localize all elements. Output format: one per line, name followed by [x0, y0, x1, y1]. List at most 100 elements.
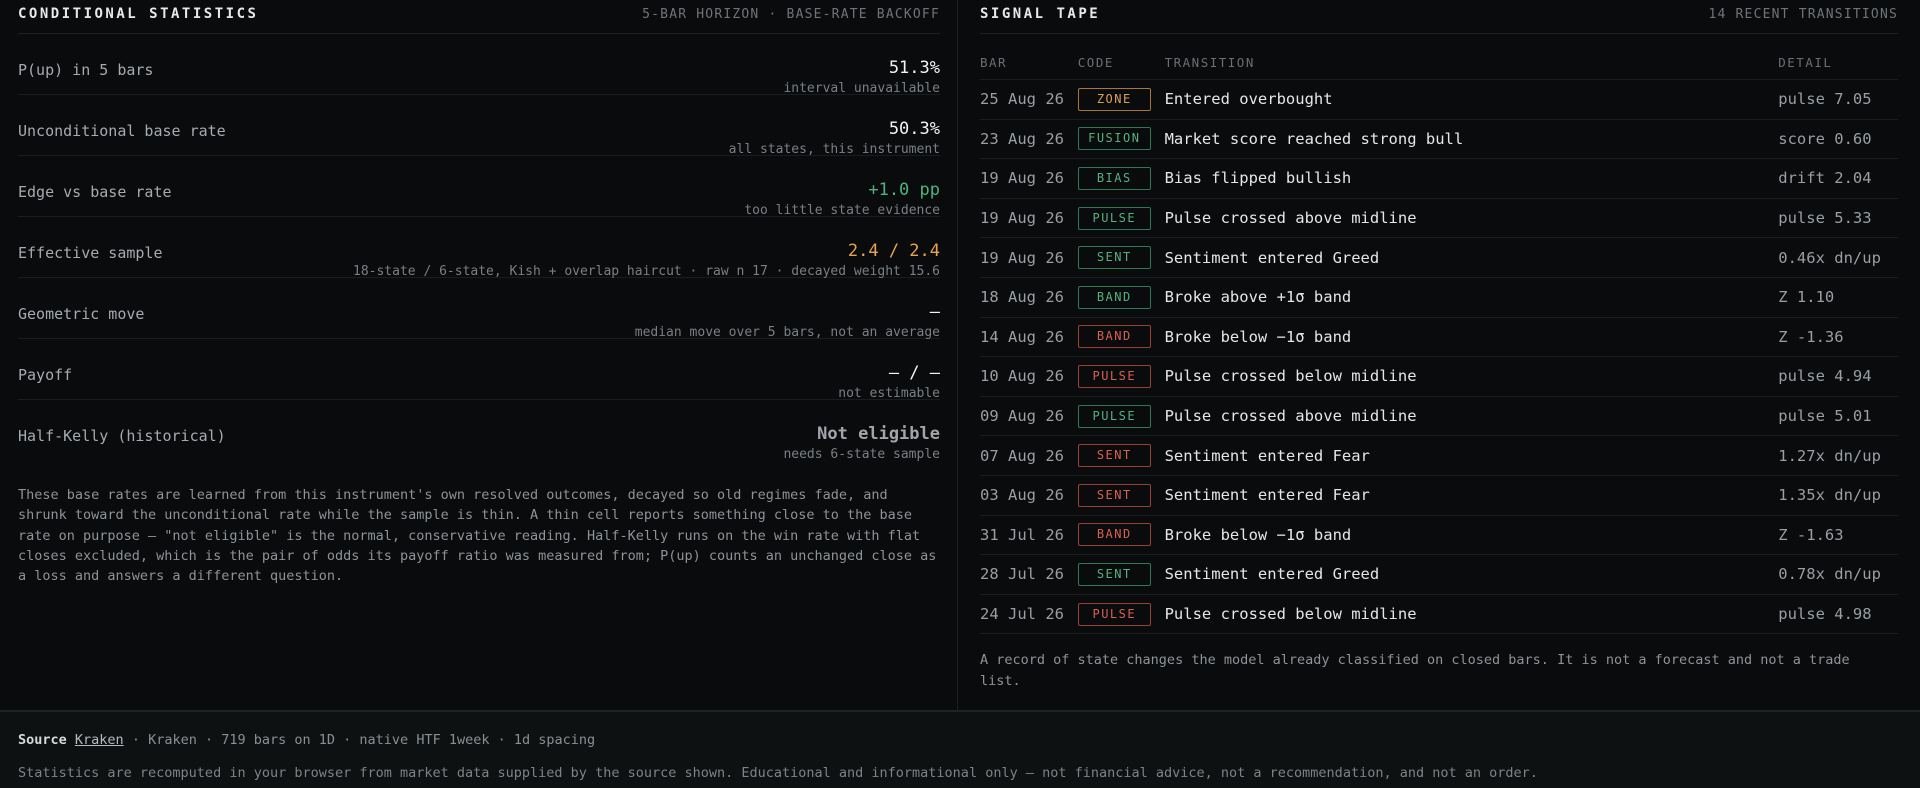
- tape-body: 25 Aug 26 ZONE Entered overbought pulse 7.0…: [980, 80, 1898, 635]
- tape-code-badge: SENT: [1077, 562, 1151, 586]
- stats-title: CONDITIONAL STATISTICS: [18, 6, 259, 22]
- tape-transition: Pulse crossed above midline: [1164, 407, 1417, 426]
- tape-code-badge: PULSE: [1077, 602, 1151, 626]
- tape-code-badge: PULSE: [1077, 404, 1151, 428]
- footer: Source Kraken · Kraken · 719 bars on 1D …: [0, 710, 1920, 788]
- tape-detail: Z -1.63: [1778, 525, 1844, 544]
- tape-detail: pulse 5.33: [1778, 209, 1872, 228]
- tape-code-cell: BIAS: [1077, 166, 1165, 190]
- tape-code-badge: SENT: [1077, 483, 1151, 507]
- tape-bar-date: 18 Aug 26: [980, 288, 1064, 307]
- stat-label: Effective sample: [18, 244, 163, 262]
- tape-detail: pulse 5.01: [1778, 407, 1872, 426]
- stat-label: Edge vs base rate: [18, 183, 172, 201]
- tape-transition: Pulse crossed above midline: [1164, 209, 1417, 228]
- tape-code-cell: BAND: [1077, 523, 1165, 547]
- tape-code-badge: PULSE: [1077, 206, 1151, 230]
- tape-code-badge: PULSE: [1077, 364, 1151, 388]
- tape-detail: score 0.60: [1778, 129, 1872, 148]
- tape-bar-date: 10 Aug 26: [980, 367, 1064, 386]
- stat-value: +1.0 pp: [868, 180, 940, 200]
- tape-bar-date: 23 Aug 26: [980, 129, 1064, 148]
- disclaimer: Statistics are recomputed in your browse…: [18, 765, 1538, 781]
- tape-transition: Market score reached strong bull: [1164, 129, 1464, 148]
- tape-row: 24 Jul 26 PULSE Pulse crossed below midlin…: [980, 595, 1898, 635]
- tape-code-cell: SENT: [1077, 246, 1165, 270]
- tape-row: 10 Aug 26 PULSE Pulse crossed below midlin…: [980, 357, 1898, 397]
- tape-code-badge: BAND: [1077, 523, 1151, 547]
- tape-code-badge: BAND: [1077, 325, 1151, 349]
- tape-transition: Sentiment entered Fear: [1164, 446, 1370, 465]
- tape-detail: Z -1.36: [1778, 327, 1844, 346]
- tape-bar-date: 24 Jul 26: [980, 605, 1064, 624]
- stat-value: 50.3%: [888, 119, 940, 139]
- tape-code-badge: SENT: [1077, 246, 1151, 270]
- source-line: Source Kraken · Kraken · 719 bars on 1D …: [18, 732, 1902, 748]
- source-label: Source: [18, 732, 67, 748]
- stats-explanation: These base rates are learned from this i…: [18, 487, 937, 585]
- tape-header: SIGNAL TAPE 14 RECENT TRANSITIONS: [980, 1, 1898, 34]
- tape-bar-date: 03 Aug 26: [980, 486, 1064, 505]
- tape-row: 31 Jul 26 BAND Broke below −1σ band Z -1.63: [980, 516, 1898, 556]
- column-header-detail: DETAIL: [1778, 55, 1833, 70]
- stat-label: Geometric move: [18, 305, 145, 323]
- tape-transition: Bias flipped bullish: [1164, 169, 1352, 188]
- source-link[interactable]: Kraken: [75, 732, 124, 748]
- stats-header: CONDITIONAL STATISTICS 5-BAR HORIZON · B…: [18, 1, 940, 34]
- tape-transition: Pulse crossed below midline: [1164, 605, 1417, 624]
- stat-sub: median move over 5 bars, not an average: [634, 325, 940, 340]
- tape-detail: 1.27x dn/up: [1778, 446, 1881, 465]
- stat-label: Unconditional base rate: [18, 122, 226, 140]
- stat-row-edge: Edge vs base rate +1.0 pp too little sta…: [18, 156, 940, 218]
- tape-row: 25 Aug 26 ZONE Entered overbought pulse 7.0…: [980, 80, 1898, 120]
- tape-bar-date: 31 Jul 26: [980, 525, 1064, 544]
- tape-row: 28 Jul 26 SENT Sentiment entered Greed 0.78…: [980, 555, 1898, 595]
- tape-bar-date: 19 Aug 26: [980, 248, 1064, 267]
- tape-transition: Entered overbought: [1164, 90, 1333, 109]
- stats-meta: 5-BAR HORIZON · BASE-RATE BACKOFF: [642, 6, 940, 22]
- tape-column-headers: BAR CODE TRANSITION DETAIL: [980, 34, 1898, 80]
- tape-meta: 14 RECENT TRANSITIONS: [1708, 6, 1898, 22]
- stat-row-p-up: P(up) in 5 bars 51.3% interval unavailab…: [18, 34, 940, 96]
- tape-code-cell: ZONE: [1077, 87, 1165, 111]
- tape-code-cell: SENT: [1077, 483, 1165, 507]
- tape-explanation: A record of state changes the model alre…: [980, 652, 1850, 689]
- stat-sub: too little state evidence: [744, 203, 940, 218]
- tape-bar-date: 09 Aug 26: [980, 407, 1064, 426]
- tape-row: 07 Aug 26 SENT Sentiment entered Fear 1.27x…: [980, 436, 1898, 476]
- tape-title: SIGNAL TAPE: [980, 6, 1101, 22]
- tape-transition: Sentiment entered Fear: [1164, 486, 1370, 505]
- stat-row-payoff: Payoff — / — not estimable: [18, 339, 940, 401]
- tape-code-cell: PULSE: [1077, 206, 1165, 230]
- stat-value: 51.3%: [888, 58, 940, 78]
- tape-transition: Sentiment entered Greed: [1164, 565, 1380, 584]
- tape-code-cell: BAND: [1077, 285, 1165, 309]
- tape-row: 03 Aug 26 SENT Sentiment entered Fear 1.35x…: [980, 476, 1898, 516]
- tape-code-cell: BAND: [1077, 325, 1165, 349]
- stat-sub: 18-state / 6-state, Kish + overlap hairc…: [353, 264, 940, 279]
- stat-sub: interval unavailable: [783, 81, 940, 96]
- stat-row-base-rate: Unconditional base rate 50.3% all states…: [18, 95, 940, 157]
- tape-code-cell: PULSE: [1077, 602, 1165, 626]
- tape-bar-date: 07 Aug 26: [980, 446, 1064, 465]
- tape-bar-date: 28 Jul 26: [980, 565, 1064, 584]
- tape-row: 19 Aug 26 PULSE Pulse crossed above midlin…: [980, 199, 1898, 239]
- tape-detail: pulse 4.98: [1778, 605, 1872, 624]
- tape-code-badge: BIAS: [1077, 166, 1151, 190]
- tape-code-badge: FUSION: [1077, 127, 1151, 151]
- source-detail: · Kraken · 719 bars on 1D · native HTF 1…: [131, 732, 596, 748]
- tape-transition: Broke below −1σ band: [1164, 327, 1352, 346]
- tape-detail: Z 1.10: [1778, 288, 1835, 307]
- tape-row: 19 Aug 26 BIAS Bias flipped bullish drift 2…: [980, 159, 1898, 199]
- tape-bar-date: 19 Aug 26: [980, 169, 1064, 188]
- tape-code-cell: SENT: [1077, 444, 1165, 468]
- tape-row: 23 Aug 26 FUSION Market score reached stro…: [980, 120, 1898, 160]
- tape-row: 14 Aug 26 BAND Broke below −1σ band Z -1.36: [980, 318, 1898, 358]
- stat-value: —: [929, 302, 940, 322]
- tape-code-cell: PULSE: [1077, 404, 1165, 428]
- stat-value: 2.4 / 2.4: [847, 241, 940, 261]
- stat-value: — / —: [888, 363, 940, 383]
- stat-label: Half-Kelly (historical): [18, 427, 226, 445]
- tape-row: 18 Aug 26 BAND Broke above +1σ band Z 1.10: [980, 278, 1898, 318]
- tape-transition: Broke above +1σ band: [1164, 288, 1352, 307]
